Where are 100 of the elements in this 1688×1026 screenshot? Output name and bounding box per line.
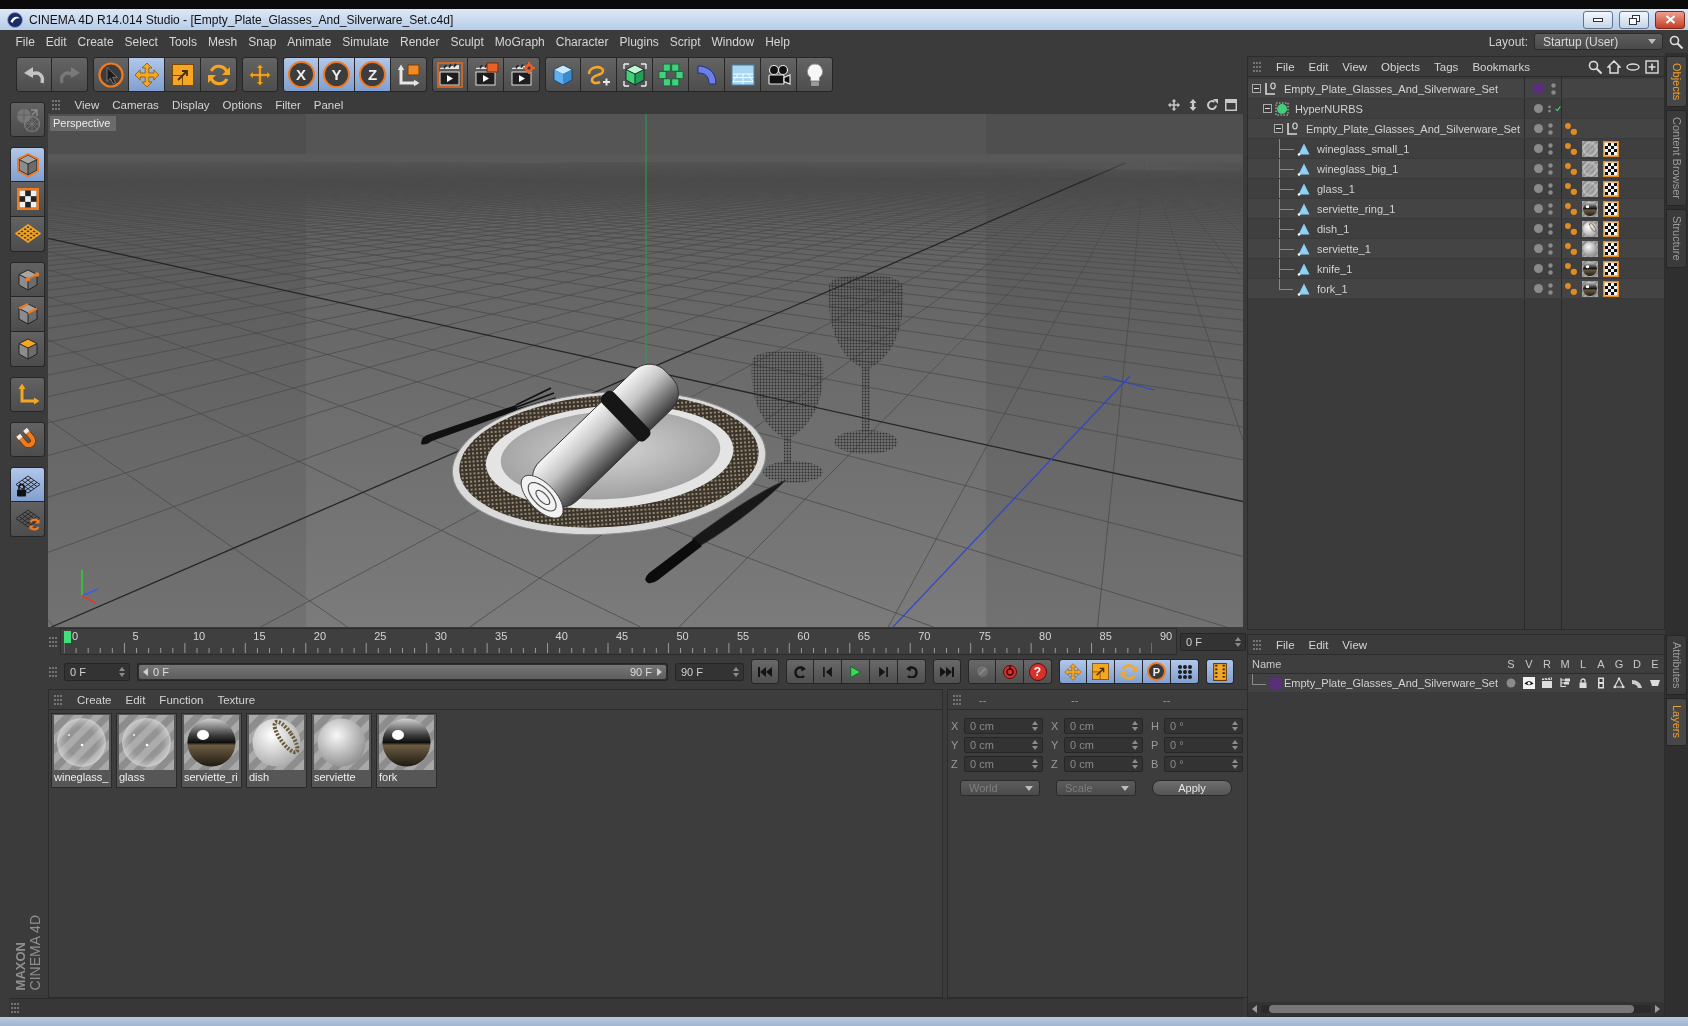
panel-tab[interactable]: Content Browser [1666, 110, 1687, 207]
deformer-button[interactable] [689, 57, 725, 92]
layer-dot[interactable] [1534, 104, 1543, 113]
coordinate-system-button[interactable] [391, 57, 427, 92]
collapse-icon[interactable] [1252, 84, 1261, 93]
column-header[interactable]: D [1628, 658, 1646, 670]
value-field[interactable]: 0 cm [1064, 755, 1143, 772]
material-tag-icon[interactable] [1582, 280, 1598, 297]
scale-key-button[interactable] [1087, 659, 1115, 684]
grip-icon[interactable] [49, 636, 57, 647]
value-field[interactable]: 0 cm [964, 736, 1043, 753]
menu-item[interactable]: File [1269, 60, 1302, 73]
scale-tool-button[interactable] [165, 57, 201, 92]
workplane-mode-button[interactable] [10, 217, 45, 252]
layer-row[interactable]: Empty_Plate_Glasses_And_Silverware_Set [1248, 674, 1664, 692]
undo-button[interactable] [16, 57, 52, 92]
current-frame-field[interactable]: 0 F [1180, 632, 1246, 651]
question-button[interactable]: ? [1024, 659, 1052, 684]
go-to-end-button[interactable] [933, 659, 961, 684]
layer-dot[interactable] [1534, 244, 1543, 253]
column-header[interactable]: L [1574, 658, 1592, 670]
column-header[interactable]: S [1502, 658, 1520, 670]
autokey-button[interactable] [996, 659, 1024, 684]
menu-item[interactable]: Plugins [613, 34, 665, 49]
close-button[interactable] [1655, 10, 1685, 29]
render-view-button[interactable] [432, 57, 468, 92]
column-header[interactable]: E [1646, 658, 1664, 670]
panel-tab[interactable]: Structure [1666, 209, 1687, 268]
column-header[interactable]: G [1610, 658, 1628, 670]
layer-dot[interactable] [1534, 124, 1543, 133]
cloner-button[interactable] [653, 57, 689, 92]
menu-item[interactable]: View [1335, 60, 1375, 73]
cube-button[interactable] [545, 57, 581, 92]
material-tag-icon[interactable] [1582, 260, 1598, 277]
menu-item[interactable]: View [68, 99, 106, 111]
menu-item[interactable]: Options [216, 99, 269, 111]
layer-dot[interactable] [1534, 284, 1543, 293]
grip-icon[interactable] [953, 694, 961, 705]
value-field[interactable]: 0 ° [1164, 717, 1243, 734]
visibility-dots-icon[interactable] [1548, 222, 1553, 235]
parameter-key-button[interactable]: P [1143, 659, 1171, 684]
panel-tab[interactable]: Objects [1666, 56, 1687, 108]
column-header[interactable]: R [1538, 658, 1556, 670]
object-row[interactable]: dish_1 [1248, 219, 1664, 239]
dots-tag-icon[interactable] [1565, 262, 1577, 275]
value-field[interactable]: 0 cm [1064, 717, 1143, 734]
lock-icon[interactable] [1577, 677, 1589, 689]
dots-tag-icon[interactable] [1565, 222, 1577, 235]
dots-tag-icon[interactable] [1565, 142, 1577, 155]
next-frame-button[interactable] [870, 659, 898, 684]
material-tag-icon[interactable] [1582, 160, 1598, 177]
collapse-icon[interactable] [1263, 104, 1272, 113]
checker-tag-icon[interactable] [1603, 280, 1619, 297]
menu-item[interactable]: Create [70, 693, 119, 706]
visibility-dots-icon[interactable] [1548, 282, 1553, 295]
cross-arrows-icon[interactable] [1168, 99, 1180, 111]
search-icon[interactable] [1669, 34, 1683, 49]
planar-workplane-button[interactable] [10, 502, 45, 537]
layer-dot[interactable] [1534, 184, 1543, 193]
make-editable-button[interactable] [10, 102, 45, 137]
dots-tag-icon[interactable] [1565, 182, 1577, 195]
range-bar[interactable]: 0 F 90 F [139, 664, 666, 679]
axis-mode-button[interactable] [10, 377, 45, 412]
layout-dropdown[interactable]: Startup (User) [1534, 33, 1663, 50]
menu-item[interactable]: Tools [163, 34, 203, 49]
object-row[interactable]: HyperNURBS [1248, 99, 1664, 119]
pyramid-icon[interactable] [1613, 677, 1625, 689]
checker-tag-icon[interactable] [1603, 260, 1619, 277]
timeline-ruler[interactable]: 0 5 10 15 20 25 30 35 40 45 50 55 60 65 70 75 80 85 90 [60, 628, 1177, 655]
spinner-icon[interactable] [1232, 720, 1238, 731]
grip-icon[interactable] [1253, 639, 1261, 650]
spinner-icon[interactable] [1132, 720, 1138, 731]
snap-button[interactable] [10, 422, 45, 457]
menu-item[interactable]: Cameras [105, 99, 166, 111]
layer-dot[interactable] [1534, 224, 1543, 233]
material-tag-icon[interactable] [1582, 220, 1598, 237]
polygons-mode-button[interactable] [10, 332, 45, 367]
previous-key-button[interactable] [786, 659, 814, 684]
menu-item[interactable]: Edit [1301, 638, 1336, 651]
value-field[interactable]: 0 cm [964, 755, 1043, 772]
layer-color-swatch[interactable] [1270, 677, 1281, 689]
grip-icon[interactable] [52, 100, 60, 110]
workplane-lock-button[interactable] [10, 467, 45, 502]
search-icon[interactable] [1588, 59, 1602, 74]
spline-pen-button[interactable] [581, 57, 617, 92]
rotate-icon[interactable] [1206, 99, 1218, 111]
environment-button[interactable] [725, 57, 761, 92]
next-key-button[interactable] [898, 659, 926, 684]
scrollbar-thumb[interactable] [1269, 1005, 1634, 1013]
menu-item[interactable]: Simulate [336, 34, 395, 49]
grip-icon[interactable] [11, 1003, 19, 1013]
grip-icon[interactable] [49, 666, 57, 677]
layer-color-swatch[interactable] [1533, 83, 1544, 94]
spinner-icon[interactable] [733, 666, 739, 677]
recent-tool-button[interactable] [242, 57, 278, 92]
dots-tag-icon[interactable] [1565, 162, 1577, 175]
visibility-dots-icon[interactable] [1551, 82, 1556, 95]
dots-tag-icon[interactable] [1565, 242, 1577, 255]
menu-item[interactable]: Edit [118, 693, 153, 706]
hierarchy-icon[interactable] [1559, 677, 1571, 689]
